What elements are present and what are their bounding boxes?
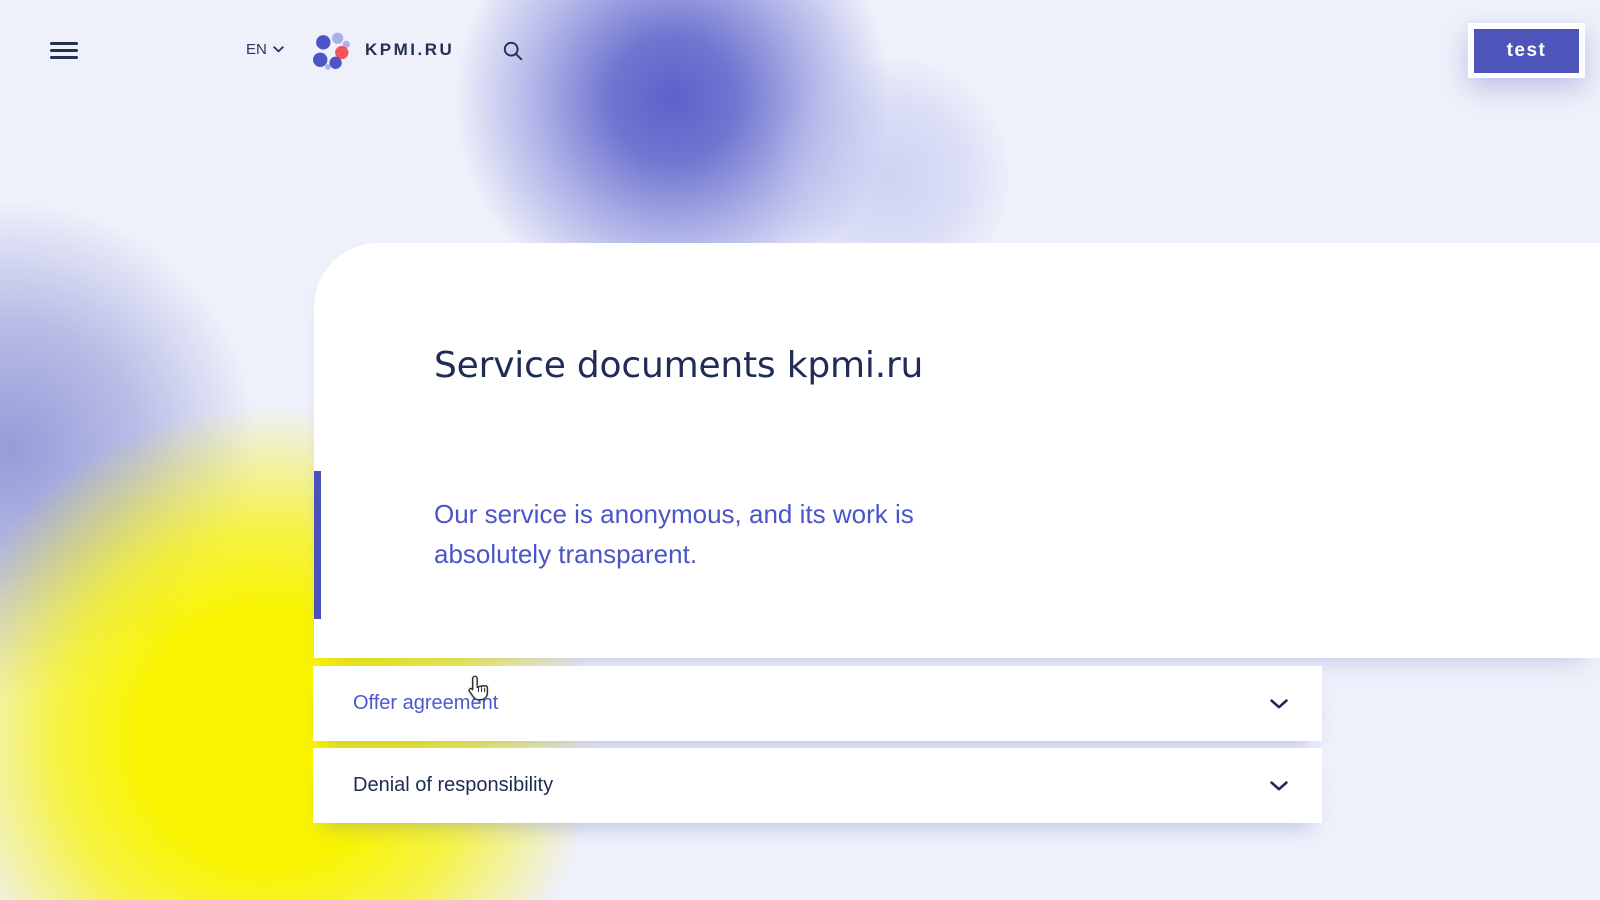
page: EN KPMI.RU test Servic: [0, 0, 1600, 900]
test-button[interactable]: test: [1474, 29, 1579, 73]
logo-dots-icon: [311, 29, 352, 70]
logo-text: KPMI.RU: [365, 40, 454, 60]
accordion-label: Offer agreement: [353, 692, 498, 715]
chevron-down-icon: [1270, 699, 1288, 709]
quote-line-2: absolutely transparent.: [434, 539, 697, 569]
menu-icon[interactable]: [50, 42, 78, 59]
search-icon[interactable]: [503, 41, 523, 61]
quote-text: Our service is anonymous, and its work i…: [434, 494, 914, 574]
accordion-offer-agreement[interactable]: Offer agreement: [313, 666, 1322, 741]
quote-line-1: Our service is anonymous, and its work i…: [434, 499, 914, 529]
language-selector[interactable]: EN: [246, 39, 284, 59]
chevron-down-icon: [1270, 781, 1288, 791]
language-label: EN: [246, 41, 267, 58]
logo[interactable]: KPMI.RU: [311, 29, 454, 70]
service-documents-card: Service documents kpmi.ru Our service is…: [314, 243, 1600, 658]
header: EN KPMI.RU test: [0, 0, 1600, 100]
quote-accent-bar: [314, 471, 321, 619]
accordion-denial-of-responsibility[interactable]: Denial of responsibility: [313, 748, 1322, 823]
chevron-down-icon: [273, 46, 284, 53]
decorative-blob-purple-left: [0, 199, 260, 699]
page-title: Service documents kpmi.ru: [434, 345, 923, 386]
accordion-label: Denial of responsibility: [353, 774, 553, 797]
test-button-frame: test: [1468, 23, 1585, 78]
